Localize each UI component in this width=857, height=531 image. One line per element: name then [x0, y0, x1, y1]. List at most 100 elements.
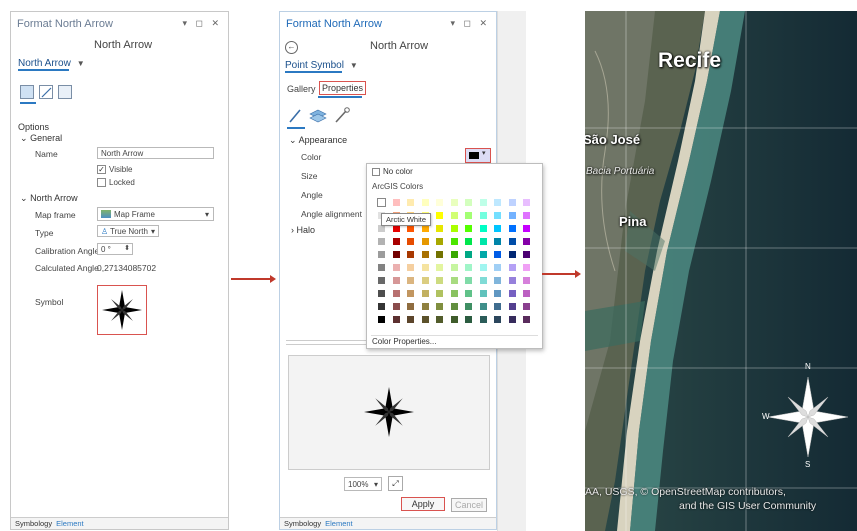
spinner-arrows-icon[interactable]: ⬍ [124, 243, 130, 254]
color-swatch[interactable] [421, 238, 429, 245]
color-swatch[interactable] [465, 303, 472, 310]
color-swatch[interactable] [392, 225, 400, 232]
color-swatch[interactable] [494, 264, 501, 271]
color-swatch[interactable] [436, 303, 443, 310]
color-swatch[interactable] [479, 316, 487, 323]
color-swatch[interactable] [523, 277, 530, 284]
color-swatch[interactable] [523, 199, 530, 206]
color-swatch[interactable] [508, 264, 516, 271]
color-swatch[interactable] [421, 225, 429, 232]
color-swatch[interactable] [392, 199, 400, 206]
window-buttons[interactable]: ▾ ◻ ✕ [182, 18, 222, 29]
color-picker-button[interactable]: ▾ [465, 148, 491, 163]
color-swatch[interactable] [421, 264, 429, 271]
color-swatch[interactable] [421, 277, 429, 284]
color-swatch[interactable] [523, 225, 530, 232]
color-swatch[interactable] [436, 264, 443, 271]
visible-checkbox[interactable]: ✓ [97, 165, 106, 174]
color-swatch[interactable] [465, 238, 472, 245]
color-swatch[interactable] [465, 316, 472, 323]
type-select[interactable]: ♙ True North ▾ [97, 225, 159, 237]
color-swatch[interactable] [465, 290, 472, 297]
color-swatch[interactable] [421, 199, 429, 206]
color-swatch[interactable] [494, 290, 501, 297]
color-swatch[interactable] [378, 225, 385, 232]
color-swatch[interactable] [494, 199, 501, 206]
color-swatch[interactable] [436, 290, 443, 297]
color-swatch[interactable] [450, 212, 458, 219]
symbol-preview-button[interactable] [97, 285, 147, 335]
color-swatch[interactable] [436, 238, 443, 245]
color-swatch[interactable] [479, 212, 487, 219]
color-swatch[interactable] [407, 277, 414, 284]
color-swatch[interactable] [450, 251, 458, 258]
map-view[interactable]: Recife São José Bacia Portuária Pina N S… [585, 11, 857, 531]
color-swatch[interactable] [494, 316, 501, 323]
color-swatch[interactable] [479, 264, 487, 271]
halo-section-toggle[interactable]: › Halo [291, 225, 315, 235]
color-swatch[interactable] [407, 238, 414, 245]
apply-button[interactable]: Apply [401, 497, 445, 511]
color-swatch[interactable] [407, 264, 414, 271]
color-swatch[interactable] [479, 225, 487, 232]
color-swatch[interactable] [407, 290, 414, 297]
color-swatch[interactable] [523, 290, 530, 297]
fit-zoom-icon[interactable]: ⤢ [388, 476, 403, 491]
calibration-angle-spinner[interactable]: 0 ° ⬍ [97, 243, 133, 255]
color-swatch[interactable] [407, 316, 414, 323]
map-frame-select[interactable]: Map Frame ▾ [97, 207, 214, 221]
color-swatch[interactable] [465, 199, 472, 206]
back-arrow-icon[interactable]: ← [285, 41, 298, 54]
color-swatch[interactable] [508, 290, 516, 297]
color-swatch[interactable] [465, 225, 472, 232]
color-swatch[interactable] [436, 316, 443, 323]
color-swatch[interactable] [392, 316, 400, 323]
color-swatch[interactable] [450, 238, 458, 245]
north-arrow-section-toggle[interactable]: ⌄ North Arrow [20, 193, 78, 204]
color-properties-link[interactable]: Color Properties... [372, 337, 436, 346]
color-swatch[interactable] [523, 238, 530, 245]
color-swatch[interactable] [392, 264, 400, 271]
placement-tab-icon[interactable] [39, 85, 53, 99]
color-swatch[interactable] [450, 225, 458, 232]
color-swatch[interactable] [450, 277, 458, 284]
color-swatch[interactable] [479, 277, 487, 284]
color-swatch[interactable] [494, 251, 501, 258]
color-swatch[interactable] [450, 316, 458, 323]
color-swatch[interactable] [392, 238, 400, 245]
color-swatch[interactable] [508, 199, 516, 206]
color-swatch[interactable] [523, 264, 530, 271]
color-swatch[interactable] [508, 212, 516, 219]
tab-properties[interactable]: Properties [319, 81, 367, 95]
color-swatch[interactable] [508, 238, 516, 245]
color-swatch[interactable] [479, 238, 487, 245]
color-swatch[interactable] [508, 303, 516, 310]
tab-element[interactable]: Element [325, 519, 353, 528]
color-swatch[interactable] [508, 277, 516, 284]
name-field[interactable]: North Arrow [97, 147, 214, 159]
color-swatch[interactable] [421, 290, 429, 297]
color-swatch[interactable] [378, 238, 385, 245]
color-swatch[interactable] [407, 303, 414, 310]
appearance-section-toggle[interactable]: ⌄ Appearance [289, 135, 347, 146]
color-swatch[interactable] [465, 212, 472, 219]
tab-symbology[interactable]: Symbology [284, 519, 321, 528]
color-swatch[interactable] [494, 303, 501, 310]
color-swatch[interactable] [436, 225, 443, 232]
element-dropdown[interactable]: North Arrow ▼ [18, 58, 85, 71]
color-swatch[interactable] [479, 290, 487, 297]
color-swatch[interactable] [523, 303, 530, 310]
color-swatch[interactable] [465, 264, 472, 271]
color-swatch[interactable] [479, 303, 487, 310]
color-swatch[interactable] [508, 316, 516, 323]
color-swatch[interactable] [494, 212, 501, 219]
color-swatch[interactable] [378, 316, 385, 323]
tab-gallery[interactable]: Gallery [287, 84, 316, 94]
color-swatch[interactable] [407, 225, 414, 232]
color-swatch[interactable] [378, 251, 385, 258]
zoom-select[interactable]: 100% ▾ [344, 477, 382, 491]
color-swatch[interactable] [479, 199, 487, 206]
color-swatch[interactable] [523, 251, 530, 258]
element-dropdown[interactable]: Point Symbol ▼ [285, 60, 358, 73]
color-swatch[interactable] [450, 303, 458, 310]
